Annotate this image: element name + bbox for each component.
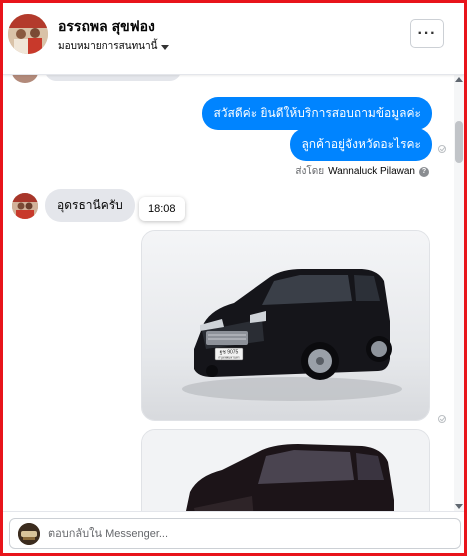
photo-attachment[interactable]: ฐช 9075 กรุงเทพมหานคร (141, 230, 430, 421)
outgoing-message-bubble[interactable]: ลูกค้าอยู่จังหวัดอะไรคะ (290, 128, 432, 161)
assign-conversation-dropdown[interactable]: มอบหมายการสนทนานี้ (58, 39, 170, 54)
scroll-thumb[interactable] (455, 121, 463, 163)
reply-box[interactable] (9, 518, 461, 549)
sent-by-label: ส่งโดย Wannaluck Pilawan ? (295, 164, 429, 179)
seen-check-icon (438, 145, 446, 153)
help-icon[interactable]: ? (419, 166, 429, 177)
sender-avatar-partial (12, 75, 38, 83)
more-options-button[interactable]: ··· (410, 19, 444, 48)
message-list[interactable]: สวัสดีค่ะ ยินดีให้บริการสอบถามข้อมูลค่ะ … (3, 75, 453, 511)
caret-down-icon (161, 44, 170, 50)
page-avatar (18, 523, 40, 545)
previous-message-bubble (45, 75, 181, 81)
outgoing-message-bubble[interactable]: สวัสดีค่ะ ยินดีให้บริการสอบถามข้อมูลค่ะ (202, 97, 432, 130)
more-icon: ··· (417, 24, 437, 42)
message-list-scrollbar[interactable] (454, 75, 464, 511)
reply-composer (3, 511, 464, 553)
message-time-tooltip: 18:08 (139, 197, 185, 221)
assign-conversation-label: มอบหมายการสนทนานี้ (58, 41, 158, 52)
contact-name[interactable]: อรรถพล สุขฟอง (58, 16, 155, 38)
conversation-header: อรรถพล สุขฟอง มอบหมายการสนทนานี้ ··· (3, 3, 464, 75)
photo-attachment[interactable] (141, 429, 430, 511)
sent-by-prefix: ส่งโดย (295, 166, 325, 177)
incoming-message-bubble[interactable]: อุดรธานีครับ (45, 189, 135, 222)
sent-by-name: Wannaluck Pilawan (328, 166, 415, 177)
seen-check-icon (438, 415, 446, 423)
sender-avatar[interactable] (12, 193, 38, 219)
contact-avatar[interactable] (8, 14, 48, 54)
scroll-up-icon[interactable] (455, 77, 463, 82)
scroll-down-icon[interactable] (455, 504, 463, 509)
reply-input[interactable] (48, 525, 448, 543)
messenger-conversation-panel: อรรถพล สุขฟอง มอบหมายการสนทนานี้ ··· สวั… (0, 0, 467, 556)
